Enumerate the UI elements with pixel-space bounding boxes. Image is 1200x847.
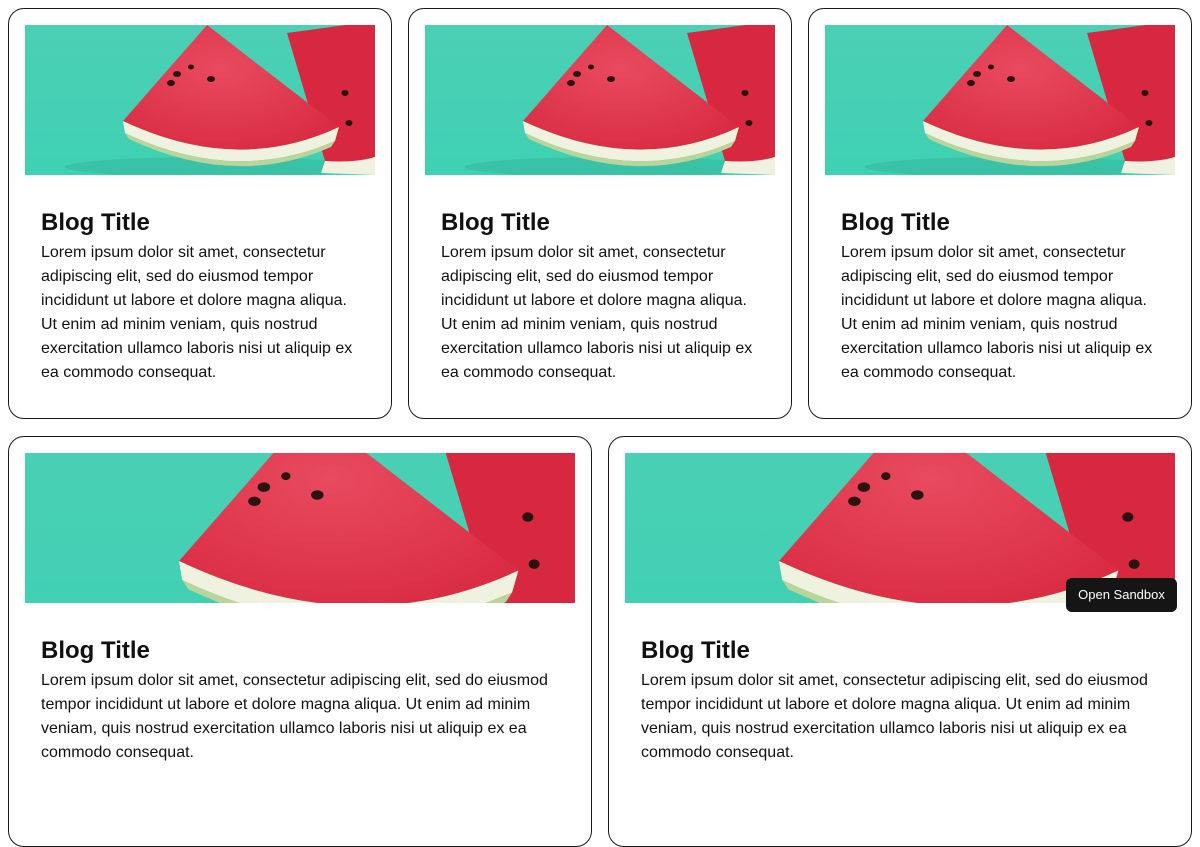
card-text: Lorem ipsum dolor sit amet, consectetur … <box>41 244 353 381</box>
card-title: Blog Title <box>841 209 950 236</box>
card-text: Lorem ipsum dolor sit amet, consectetur … <box>841 244 1153 381</box>
card-text: Lorem ipsum dolor sit amet, consectetur … <box>41 672 548 761</box>
watermelon-image <box>825 25 1175 175</box>
card-text: Lorem ipsum dolor sit amet, consectetur … <box>641 672 1148 761</box>
card-title: Blog Title <box>641 637 750 664</box>
watermelon-image <box>425 25 775 175</box>
open-sandbox-button[interactable]: Open Sandbox <box>1066 578 1177 612</box>
blog-card[interactable]: Blog Title Lorem ipsum dolor sit amet, c… <box>8 8 392 419</box>
watermelon-image <box>25 453 575 603</box>
blog-card[interactable]: Blog Title Lorem ipsum dolor sit amet, c… <box>808 8 1192 419</box>
card-text: Lorem ipsum dolor sit amet, consectetur … <box>441 244 753 381</box>
blog-card[interactable]: Blog Title Lorem ipsum dolor sit amet, c… <box>8 436 592 847</box>
card-title: Blog Title <box>41 209 150 236</box>
blog-card[interactable]: Blog Title Lorem ipsum dolor sit amet, c… <box>408 8 792 419</box>
blog-card[interactable]: Blog Title Lorem ipsum dolor sit amet, c… <box>608 436 1192 847</box>
card-title: Blog Title <box>41 637 150 664</box>
watermelon-image <box>25 25 375 175</box>
card-title: Blog Title <box>441 209 550 236</box>
